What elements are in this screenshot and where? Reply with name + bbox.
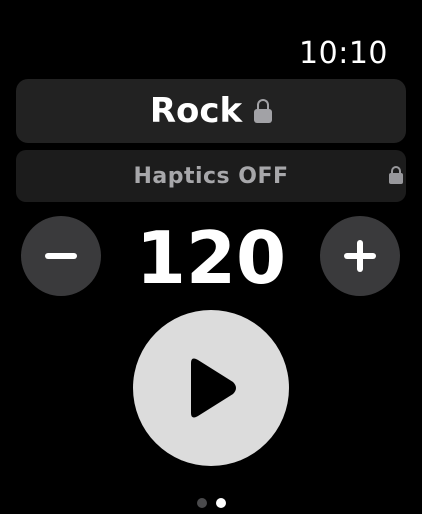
decrease-tempo-button[interactable] <box>21 216 101 296</box>
haptics-toggle-button[interactable]: Haptics OFF <box>16 150 406 202</box>
increase-tempo-button[interactable] <box>320 216 400 296</box>
minus-icon <box>45 253 77 259</box>
genre-label: Rock <box>149 91 243 131</box>
haptics-label: Haptics OFF <box>133 163 289 189</box>
clock-time: 10:10 <box>299 36 388 71</box>
play-button[interactable] <box>133 310 289 466</box>
tempo-value: 120 <box>135 216 287 300</box>
lock-icon <box>254 99 273 123</box>
genre-selector-button[interactable]: Rock <box>16 79 406 143</box>
page-indicator <box>0 498 422 508</box>
page-dot-2-active <box>215 498 226 508</box>
play-icon <box>191 358 236 418</box>
lock-icon <box>389 166 403 184</box>
page-dot-1 <box>196 498 207 508</box>
plus-icon <box>344 240 376 272</box>
